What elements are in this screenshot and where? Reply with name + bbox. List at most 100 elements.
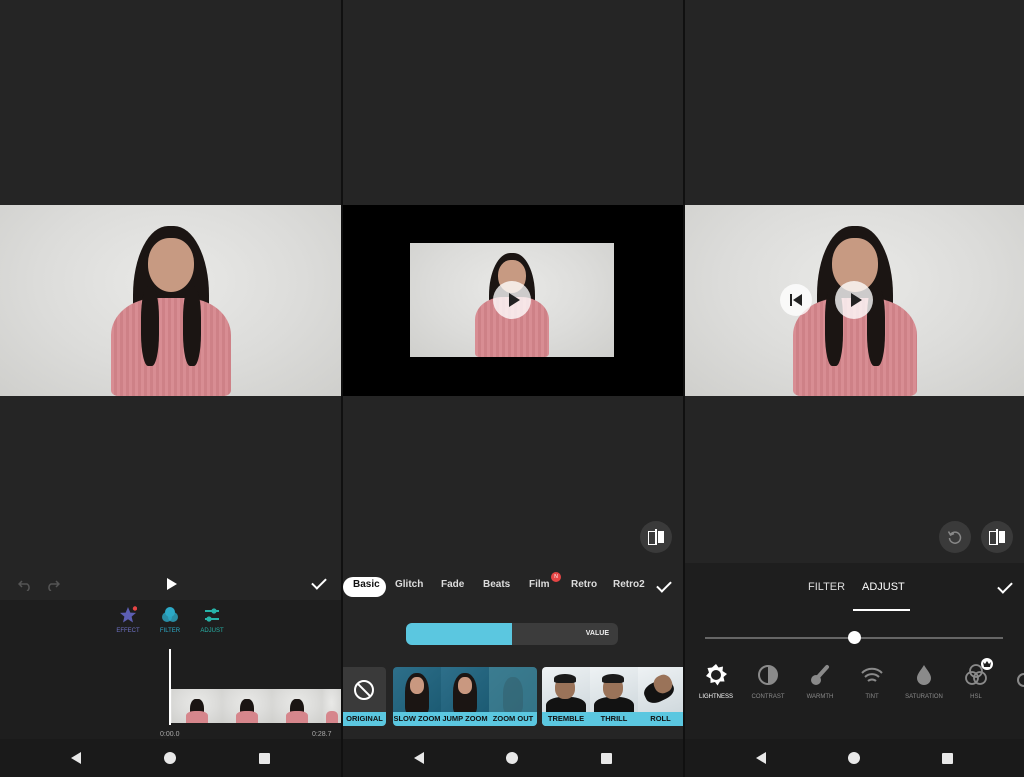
panel-adjust-editor: FILTER ADJUST LIGHTNESS CONTRAST WARMTH … <box>685 0 1024 777</box>
effect-group-zoom: SLOW ZOOM JUMP ZOOM ZOOM OUT <box>393 667 537 726</box>
adjust-button[interactable]: ADJUST <box>189 606 235 634</box>
adjust-hsl[interactable]: HSL <box>950 663 1002 700</box>
timeline-thumb <box>172 689 222 723</box>
person-figure <box>110 226 231 396</box>
panel-effect-editor: Basic Glitch Fade Beats Film N Retro Ret… <box>343 0 683 777</box>
adjust-warmth-label: WARMTH <box>806 694 834 700</box>
value-label: VALUE <box>585 630 609 637</box>
compare-button[interactable] <box>640 521 672 553</box>
adjust-contrast-label: CONTRAST <box>751 694 785 700</box>
back-icon[interactable] <box>414 752 425 764</box>
new-badge: N <box>551 572 561 582</box>
adjust-contrast[interactable]: CONTRAST <box>742 663 794 700</box>
compare-icon <box>989 529 1005 545</box>
redo-icon[interactable] <box>46 578 61 592</box>
value-slider[interactable]: VALUE <box>406 623 618 645</box>
effect-roll[interactable]: ROLL <box>638 667 683 726</box>
compare-button[interactable] <box>981 521 1013 553</box>
star-icon <box>120 606 137 623</box>
effect-label: EFFECT <box>116 628 140 634</box>
effect-tremble-label: TREMBLE <box>542 712 590 726</box>
thermometer-icon <box>811 665 829 685</box>
tab-adjust-underline <box>853 609 910 611</box>
adjust-tint[interactable]: TINT <box>846 663 898 700</box>
adjust-sheet <box>685 563 1024 739</box>
back-icon[interactable] <box>756 752 766 764</box>
effect-roll-label: ROLL <box>638 712 683 726</box>
tab-filter[interactable]: FILTER <box>808 581 845 593</box>
time-end: 0:28.7 <box>312 731 332 738</box>
recent-apps-icon[interactable] <box>600 752 612 764</box>
contrast-icon <box>758 665 778 685</box>
tab-fade[interactable]: Fade <box>441 579 464 590</box>
adjust-warmth[interactable]: WARMTH <box>794 663 846 700</box>
reset-button[interactable] <box>939 521 971 553</box>
tab-adjust[interactable]: ADJUST <box>862 581 905 593</box>
tab-basic-label: Basic <box>353 579 380 590</box>
intensity-slider[interactable] <box>705 631 1003 644</box>
skip-previous-icon <box>790 294 802 306</box>
filter-icon <box>162 607 178 622</box>
system-nav-bar <box>685 739 1024 777</box>
tab-retro[interactable]: Retro <box>571 579 597 590</box>
play-button[interactable] <box>493 281 531 319</box>
effect-zoom-out-label: ZOOM OUT <box>489 712 537 726</box>
intensity-slider-knob[interactable] <box>848 631 861 644</box>
home-icon[interactable] <box>163 752 176 764</box>
effect-original[interactable]: ORIGINAL <box>343 667 386 726</box>
playhead[interactable] <box>169 649 171 725</box>
adjust-more-icon[interactable] <box>1017 673 1024 687</box>
play-icon <box>508 293 520 307</box>
system-nav-bar <box>343 739 683 777</box>
adjust-tint-label: TINT <box>865 694 879 700</box>
premium-crown-icon <box>981 658 993 670</box>
sun-icon <box>706 664 727 686</box>
filter-button[interactable]: FILTER <box>147 606 193 634</box>
sliders-icon <box>205 608 219 622</box>
effect-thrill[interactable]: THRILL <box>590 667 638 726</box>
droplet-icon <box>917 665 931 685</box>
undo-icon[interactable] <box>17 578 32 592</box>
effect-group-shake: TREMBLE THRILL ROLL <box>542 667 683 726</box>
compare-icon <box>648 529 664 545</box>
home-icon[interactable] <box>848 752 860 764</box>
effect-thrill-label: THRILL <box>590 712 638 726</box>
effect-zoom-out[interactable]: ZOOM OUT <box>489 667 537 726</box>
timeline-thumb <box>322 689 341 723</box>
tint-icon <box>861 667 883 682</box>
timeline-thumb <box>272 689 322 723</box>
confirm-check-icon[interactable] <box>311 574 327 590</box>
system-nav-bar <box>0 739 341 777</box>
play-icon[interactable] <box>167 578 177 590</box>
recent-apps-icon[interactable] <box>258 752 270 764</box>
video-preview[interactable] <box>0 205 341 396</box>
play-icon <box>850 293 862 307</box>
effect-slow-zoom[interactable]: SLOW ZOOM <box>393 667 441 726</box>
effect-jump-zoom[interactable]: JUMP ZOOM <box>441 667 489 726</box>
none-icon <box>354 680 374 700</box>
skip-start-button[interactable] <box>780 284 812 316</box>
filter-label: FILTER <box>159 628 181 634</box>
effect-slow-zoom-label: SLOW ZOOM <box>393 712 441 726</box>
effect-button[interactable]: EFFECT <box>105 606 151 634</box>
timeline-thumb <box>222 689 272 723</box>
play-button[interactable] <box>835 281 873 319</box>
panel-trim-editor: EFFECT FILTER ADJUST 0:00.0 0:28.7 <box>0 0 341 777</box>
recent-apps-icon[interactable] <box>942 752 953 764</box>
effect-tremble[interactable]: TREMBLE <box>542 667 590 726</box>
adjust-saturation[interactable]: SATURATION <box>898 663 950 700</box>
tab-retro2[interactable]: Retro2 <box>613 579 645 590</box>
adjust-lightness[interactable]: LIGHTNESS <box>690 663 742 700</box>
adjust-lightness-label: LIGHTNESS <box>698 694 733 700</box>
adjust-saturation-label: SATURATION <box>905 694 943 700</box>
effect-original-label: ORIGINAL <box>343 712 386 726</box>
tab-beats[interactable]: Beats <box>483 579 510 590</box>
confirm-check-icon[interactable] <box>656 577 672 593</box>
tab-glitch[interactable]: Glitch <box>395 579 423 590</box>
back-icon[interactable] <box>71 752 82 764</box>
home-icon[interactable] <box>506 752 519 764</box>
time-start: 0:00.0 <box>160 731 180 738</box>
reset-icon <box>947 531 962 544</box>
value-slider-fill <box>406 623 512 645</box>
tab-film[interactable]: Film <box>529 579 550 590</box>
